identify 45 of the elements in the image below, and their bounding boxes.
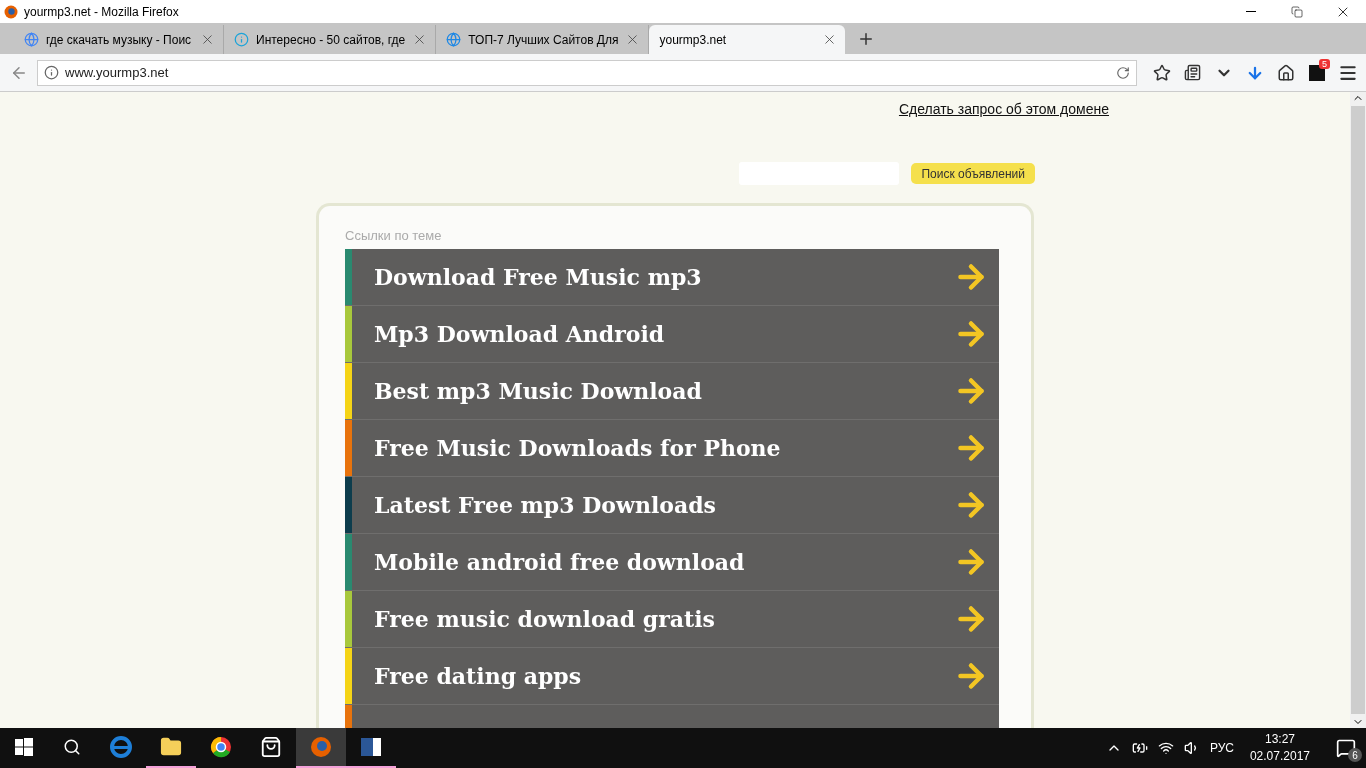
- clock-date[interactable]: 02.07.2017: [1249, 748, 1310, 765]
- notifications-button[interactable]: 6: [1326, 728, 1366, 768]
- globe-icon: [446, 32, 462, 47]
- search-icon: [63, 738, 81, 756]
- link-item[interactable]: Free music download gratis: [345, 591, 999, 648]
- close-icon[interactable]: [200, 32, 215, 47]
- scrollbar[interactable]: [1350, 92, 1366, 728]
- section-label: Ссылки по теме: [345, 228, 443, 243]
- store-icon: [260, 736, 282, 758]
- link-item[interactable]: Free dating apps: [345, 648, 999, 705]
- search-button[interactable]: Поиск объявлений: [911, 163, 1035, 184]
- folder-icon: [160, 736, 182, 758]
- star-icon: [1152, 63, 1171, 82]
- chrome-icon: [210, 736, 232, 758]
- reader-icon: [1184, 64, 1201, 81]
- taskbar-app[interactable]: [296, 728, 346, 768]
- home-icon: [1276, 63, 1295, 82]
- minimize-icon: [1246, 11, 1256, 12]
- domain-inquiry-link[interactable]: Сделать запрос об этом домене: [898, 101, 1109, 117]
- address-field[interactable]: www.yourmp3.net: [37, 59, 1137, 86]
- info-icon: [44, 65, 59, 80]
- link-item[interactable]: Download Free Music mp3: [345, 249, 999, 306]
- notification-badge: 5: [1319, 58, 1330, 69]
- restore-icon: [1291, 5, 1303, 18]
- windows-icon: [15, 738, 33, 756]
- firefox-icon: [310, 736, 332, 758]
- wifi-icon[interactable]: [1157, 740, 1174, 756]
- link-item[interactable]: Latest Free mp3 Downloads: [345, 477, 999, 534]
- notification-count: 6: [1348, 748, 1362, 762]
- language-indicator[interactable]: РУС: [1209, 741, 1234, 755]
- browser-tab[interactable]: yourmp3.net: [649, 25, 846, 54]
- info-icon: [234, 32, 249, 47]
- globe-icon: [24, 32, 39, 47]
- link-item[interactable]: Best mp3 Music Download: [345, 363, 999, 420]
- browser-e-icon: [110, 736, 132, 758]
- extension-button[interactable]: 5: [1304, 59, 1329, 86]
- link-item[interactable]: Mobile android free download: [345, 534, 999, 591]
- link-item[interactable]: Mp3 Download Android: [345, 306, 999, 363]
- battery-icon[interactable]: [1131, 740, 1148, 756]
- word-icon: [360, 736, 382, 758]
- clock-time[interactable]: 13:27: [1264, 731, 1295, 748]
- window-title: yourmp3.net - Mozilla Firefox: [24, 4, 180, 19]
- link-item[interactable]: Free Music Downloads for Phone: [345, 420, 999, 477]
- reload-icon[interactable]: [1116, 65, 1130, 80]
- firefox-icon: [4, 4, 18, 19]
